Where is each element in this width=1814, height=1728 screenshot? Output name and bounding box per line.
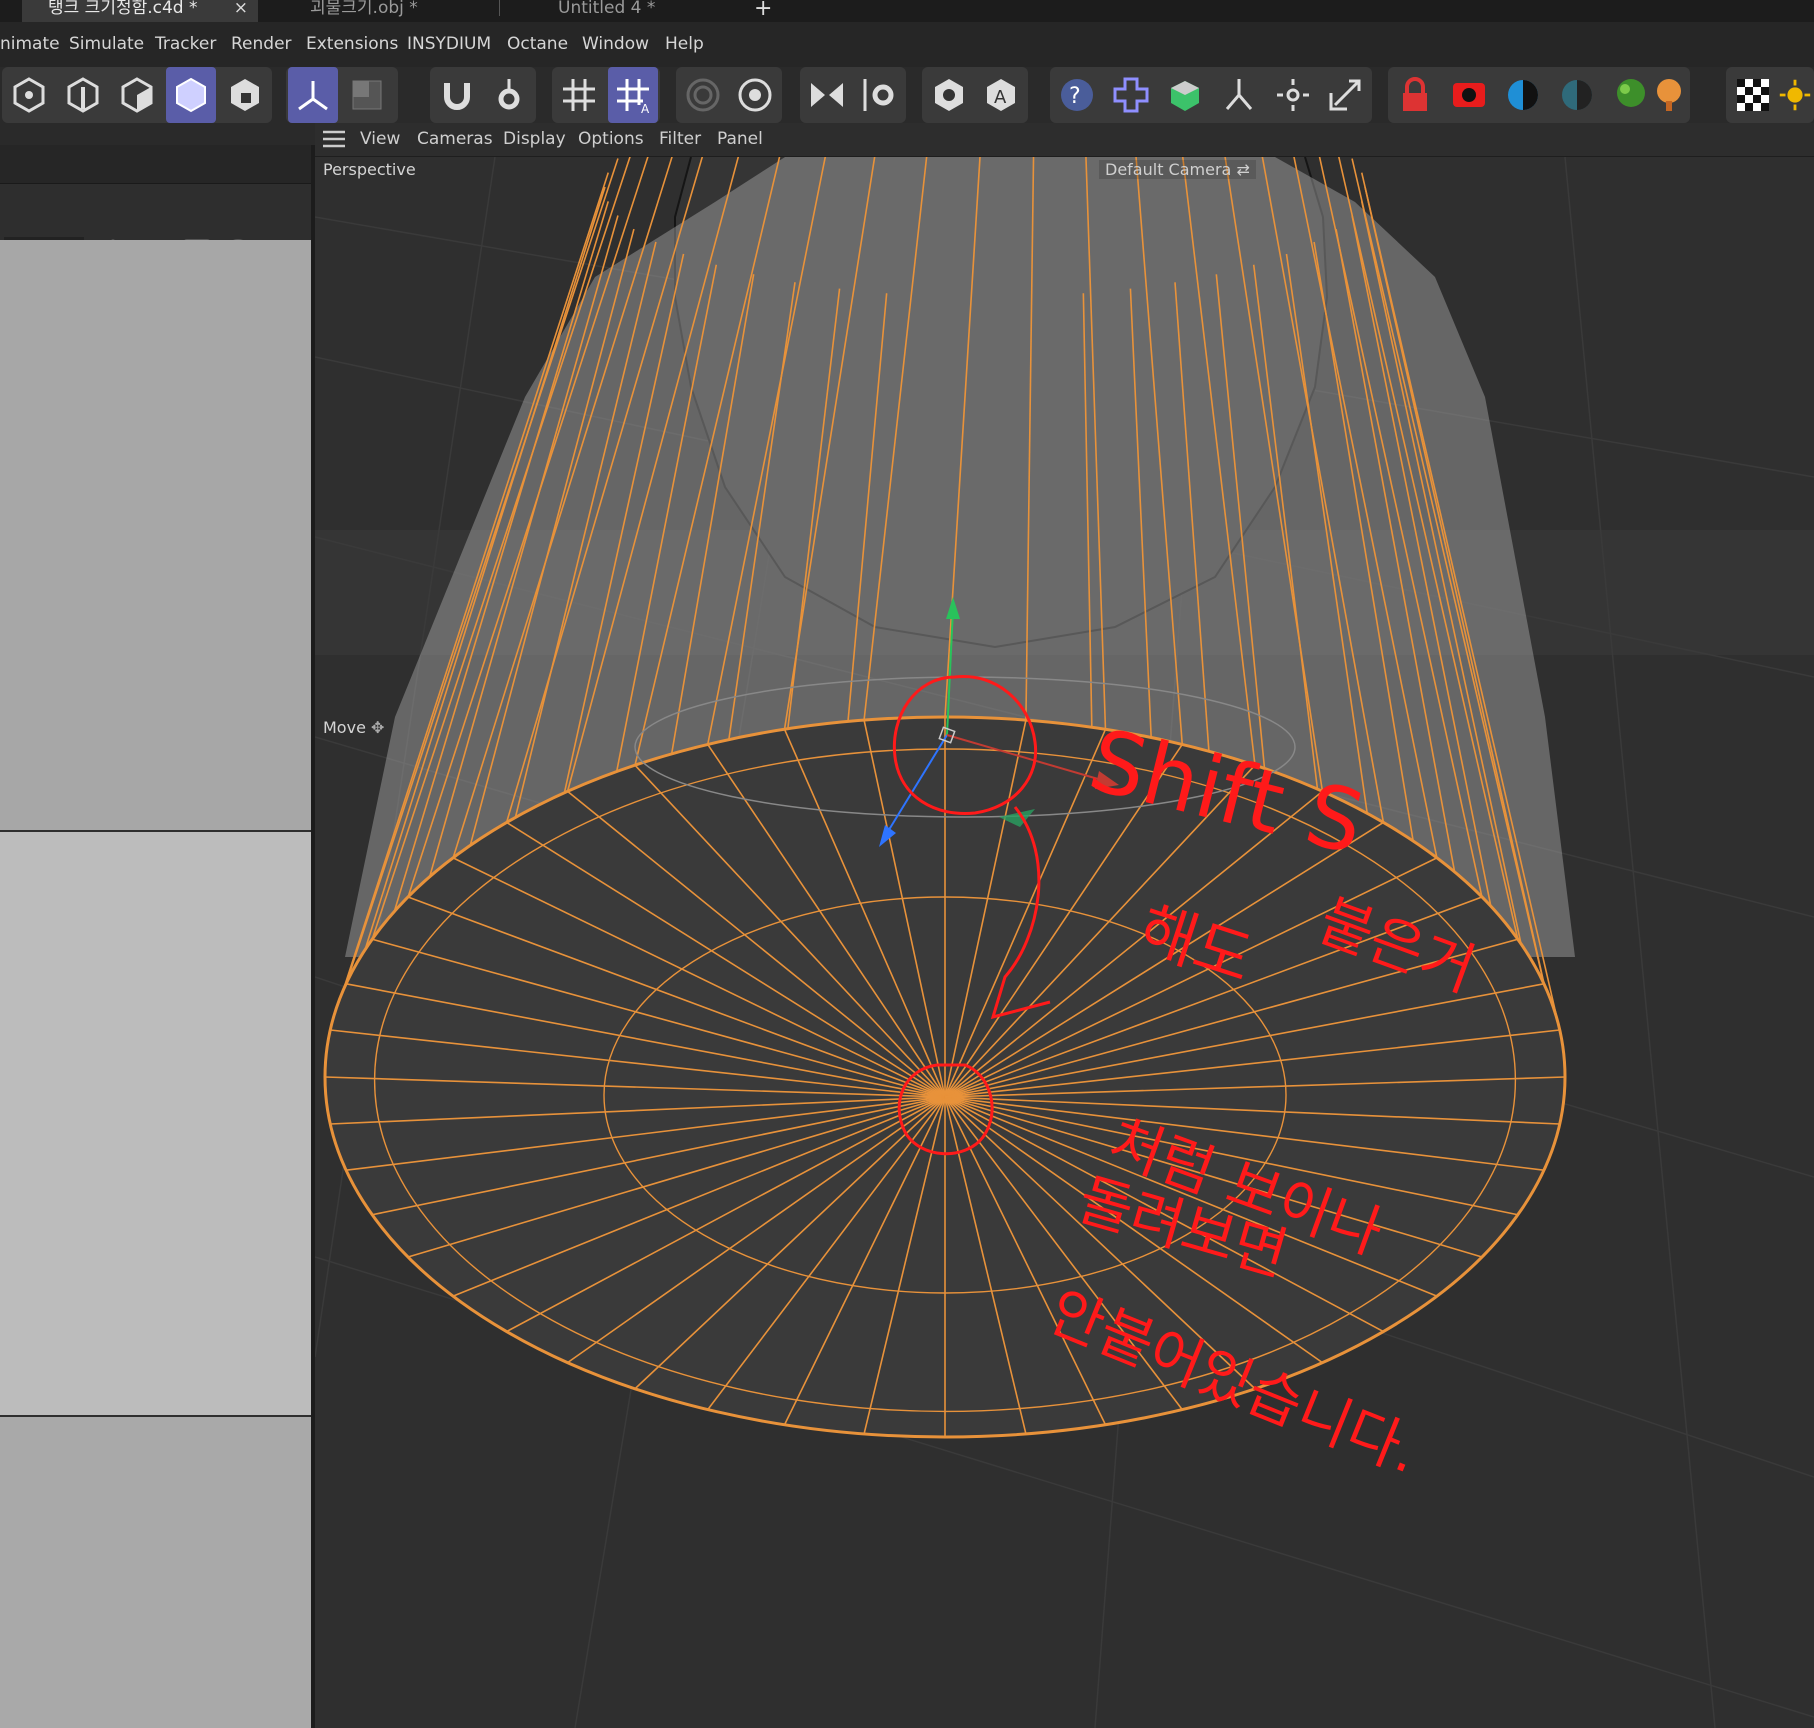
create-group: ? [1050,67,1372,123]
close-icon[interactable]: × [234,0,248,17]
camera-link-icon: ⇄ [1236,160,1250,179]
tab-active-document[interactable]: 탱크 크기정함.c4d * × [22,0,258,22]
viewport-menu-display[interactable]: Display [503,129,566,149]
explosion-icon[interactable] [1644,67,1694,123]
symmetry-icon[interactable] [802,67,852,123]
texture-mode-icon[interactable] [342,67,392,123]
viewport-menu-cameras[interactable]: Cameras [417,129,493,149]
help-icon[interactable]: ? [1052,67,1102,123]
points-mode-icon[interactable] [4,67,54,123]
svg-text:A: A [994,87,1007,108]
snap-settings-icon[interactable] [484,67,534,123]
misc-group [1726,67,1814,123]
menu-extensions[interactable]: Extensions [306,34,398,54]
display-group: A [922,67,1028,123]
left-panel: PT ⌄ [0,145,311,1728]
viewport-menu-options[interactable]: Options [578,129,644,149]
tab-label: 괴물크기.obj * [310,0,418,18]
tab-label: Untitled 4 * [558,0,656,18]
move-cross-icon[interactable] [1106,67,1156,123]
menu-octane[interactable]: Octane [507,34,568,54]
left-panel-area [0,832,311,1415]
viewport-menu-bar: View Cameras Display Options Filter Pane… [315,123,1814,157]
render-group [1388,67,1690,123]
auto-key-icon[interactable]: A [976,67,1026,123]
null-icon[interactable] [1214,67,1264,123]
visibility-icon[interactable] [924,67,974,123]
viewport-menu-view[interactable]: View [360,129,400,149]
symmetry-group [800,67,906,123]
add-tab-button[interactable]: + [754,0,772,21]
menu-simulate[interactable]: Simulate [69,34,144,54]
axis-group [286,67,398,123]
polygons-mode-icon[interactable] [112,67,162,123]
svg-text:?: ? [1069,84,1081,109]
menu-window[interactable]: Window [582,34,649,54]
snap-group [430,67,536,123]
viewport-menu-panel[interactable]: Panel [717,129,763,149]
viewport-canvas[interactable]: Shift S 해도 붙은거 처럼 보이나 돌려보면 안붙어있습니다. [315,157,1814,1728]
tab-bar: 탱크 크기정함.c4d * × 괴물크기.obj * Untitled 4 * … [0,0,1814,22]
viewport-3d[interactable]: Shift S 해도 붙은거 처럼 보이나 돌려보면 안붙어있습니다. Pers… [315,157,1814,1728]
half-circle-icon[interactable] [1498,67,1548,123]
menu-help[interactable]: Help [665,34,704,54]
tab-document[interactable]: 괴물크기.obj * [258,0,498,22]
main-menu-bar: nimate Simulate Tracker Render Extension… [0,22,1814,67]
viewport-menu-filter[interactable]: Filter [659,129,701,149]
tool-label: Move ✥ [323,718,384,737]
tab-document[interactable]: Untitled 4 * [500,0,740,22]
symmetry-settings-icon[interactable] [854,67,904,123]
tab-label: 탱크 크기정함.c4d * [48,0,198,18]
menu-render[interactable]: Render [231,34,292,54]
uv-mode-icon[interactable] [220,67,270,123]
move-icon: ✥ [371,718,385,737]
left-panel-header [0,145,311,184]
model-mode-icon[interactable] [166,67,216,123]
camera-name: Default Camera [1105,160,1232,179]
cube-icon[interactable] [1160,67,1210,123]
workplane-icon[interactable] [730,67,780,123]
svg-text:A: A [641,102,650,115]
lock-icon[interactable] [1390,67,1440,123]
tool-name: Move [323,718,366,737]
axis-mode-icon[interactable] [288,67,338,123]
record-icon[interactable] [1444,67,1494,123]
grid-snap-icon[interactable] [554,67,604,123]
mode-group [2,67,272,123]
left-panel-area [0,1417,311,1728]
checker-icon[interactable] [1728,67,1778,123]
hamburger-icon[interactable] [323,129,345,153]
scale-icon[interactable] [1320,67,1370,123]
dark-circle-icon[interactable] [1552,67,1602,123]
menu-animate[interactable]: nimate [0,34,60,54]
grid-snap-auto-icon[interactable]: A [608,67,658,123]
workplane-group [676,67,782,123]
edges-mode-icon[interactable] [58,67,108,123]
menu-insydium[interactable]: INSYDIUM [407,34,491,54]
camera-label[interactable]: Default Camera ⇄ [1099,160,1256,179]
sun-icon[interactable] [1776,67,1814,123]
view-name-label: Perspective [323,160,416,179]
menu-tracker[interactable]: Tracker [155,34,216,54]
left-panel-area [0,240,311,830]
light-icon[interactable] [1268,67,1318,123]
grid-snap-group: A [552,67,660,123]
magnet-icon[interactable] [432,67,482,123]
soft-selection-icon[interactable] [678,67,728,123]
